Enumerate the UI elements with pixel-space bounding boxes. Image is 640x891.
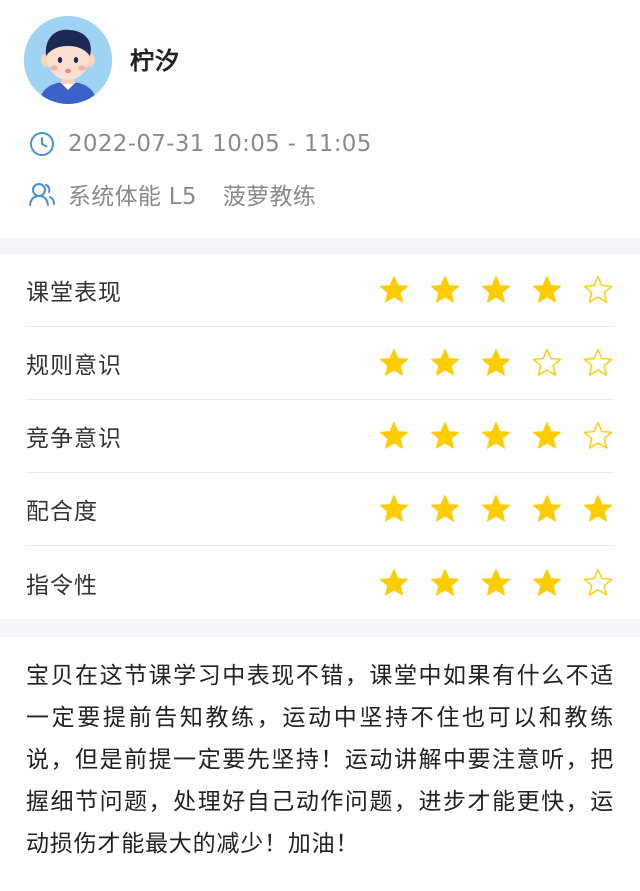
rating-row: 课堂表现 xyxy=(26,254,614,327)
star-filled-icon xyxy=(379,349,409,376)
star-filled-icon xyxy=(430,276,460,303)
star-filled-icon xyxy=(379,276,409,303)
coach-comment: 宝贝在这节课学习中表现不错，课堂中如果有什么不适一定要提前告知教练，运动中坚持不… xyxy=(26,663,614,857)
star-filled-icon xyxy=(430,495,460,522)
star-rating xyxy=(359,347,614,379)
star-filled-icon xyxy=(481,349,511,376)
star-empty-icon xyxy=(583,568,613,596)
section-divider xyxy=(0,619,640,637)
star-filled-icon xyxy=(481,422,511,449)
star-empty-icon xyxy=(583,348,613,376)
ratings-list: 课堂表现 规则意识 竞争意识 配合度 指令性 xyxy=(0,254,640,619)
coach-user-icon xyxy=(28,180,56,208)
session-time-row: 2022-07-31 10:05 - 11:05 xyxy=(28,129,372,159)
star-filled-icon xyxy=(532,276,562,303)
star-filled-icon xyxy=(481,568,511,596)
rating-label: 指令性 xyxy=(26,572,98,599)
star-filled-icon xyxy=(532,422,562,449)
star-empty-icon xyxy=(532,348,562,376)
section-divider xyxy=(0,238,640,254)
coach-name: 菠萝教练 xyxy=(222,184,317,210)
rating-label: 竞争意识 xyxy=(26,426,122,452)
star-filled-icon xyxy=(430,422,460,449)
star-rating xyxy=(359,420,614,452)
session-time: 2022-07-31 10:05 - 11:05 xyxy=(68,131,372,157)
star-filled-icon xyxy=(532,495,562,522)
username: 柠汐 xyxy=(130,47,180,75)
star-filled-icon xyxy=(379,568,409,596)
star-filled-icon xyxy=(430,349,460,376)
session-header: 柠汐 2022-07-31 10:05 - 11:05 系统体能 L5 菠萝教练 xyxy=(0,0,640,238)
rating-label: 规则意识 xyxy=(26,353,122,379)
star-filled-icon xyxy=(430,568,460,596)
session-course-row: 系统体能 L5 菠萝教练 xyxy=(28,179,317,210)
star-rating xyxy=(359,274,614,306)
star-filled-icon xyxy=(481,495,511,522)
rating-row: 配合度 xyxy=(26,473,614,546)
avatar[interactable] xyxy=(24,16,112,104)
clock-icon xyxy=(28,130,56,158)
rating-label: 配合度 xyxy=(26,499,98,525)
star-filled-icon xyxy=(532,568,562,596)
rating-row: 指令性 xyxy=(26,546,614,619)
course-name: 系统体能 L5 xyxy=(68,184,197,210)
star-empty-icon xyxy=(583,421,613,449)
child-avatar-icon xyxy=(24,16,112,104)
star-filled-icon xyxy=(379,495,409,522)
star-rating xyxy=(359,567,614,599)
rating-row: 规则意识 xyxy=(26,327,614,400)
star-filled-icon xyxy=(481,276,511,303)
star-empty-icon xyxy=(583,275,613,303)
star-filled-icon xyxy=(583,495,613,522)
star-rating xyxy=(359,493,614,525)
star-filled-icon xyxy=(379,422,409,449)
rating-row: 竞争意识 xyxy=(26,400,614,473)
rating-label: 课堂表现 xyxy=(26,280,122,306)
